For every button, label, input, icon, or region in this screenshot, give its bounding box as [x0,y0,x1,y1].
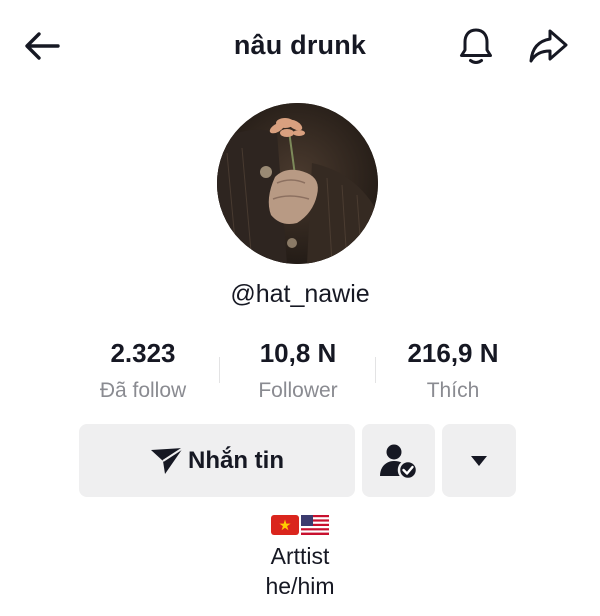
message-button-label: Nhắn tin [188,446,284,474]
page-title: nâu drunk [233,30,367,60]
vietnam-flag [271,515,299,535]
stat-followers[interactable]: 10,8 N Follower [218,338,378,403]
bio-flags [0,514,600,536]
notification-bell-button[interactable] [452,24,500,68]
bio-line: he/him [265,573,335,599]
send-icon [151,446,184,474]
profile-handle: @hat_nawie [230,280,370,308]
share-button[interactable] [524,24,574,68]
bell-icon [460,28,492,64]
stat-following[interactable]: 2.323 Đã follow [63,338,223,403]
stat-label: Thích [426,379,480,402]
stat-value: 10,8 N [259,338,337,368]
stat-value: 2.323 [110,338,176,368]
avatar-photo [217,103,378,264]
message-button[interactable]: Nhắn tin [79,424,355,497]
stat-value: 216,9 N [407,338,499,368]
user-check-icon [379,444,418,480]
stat-label: Đã follow [99,379,187,402]
share-arrow-icon [529,29,568,63]
stat-label: Follower [258,379,338,402]
stat-likes[interactable]: 216,9 N Thích [373,338,533,403]
more-suggestions-button[interactable] [442,424,516,497]
caret-down-icon [471,455,487,466]
follow-status-button[interactable] [362,424,435,497]
us-flag [301,515,329,535]
bio-line: Arttist [270,543,330,569]
avatar[interactable] [217,103,378,264]
top-bar: nâu drunk [0,0,600,92]
